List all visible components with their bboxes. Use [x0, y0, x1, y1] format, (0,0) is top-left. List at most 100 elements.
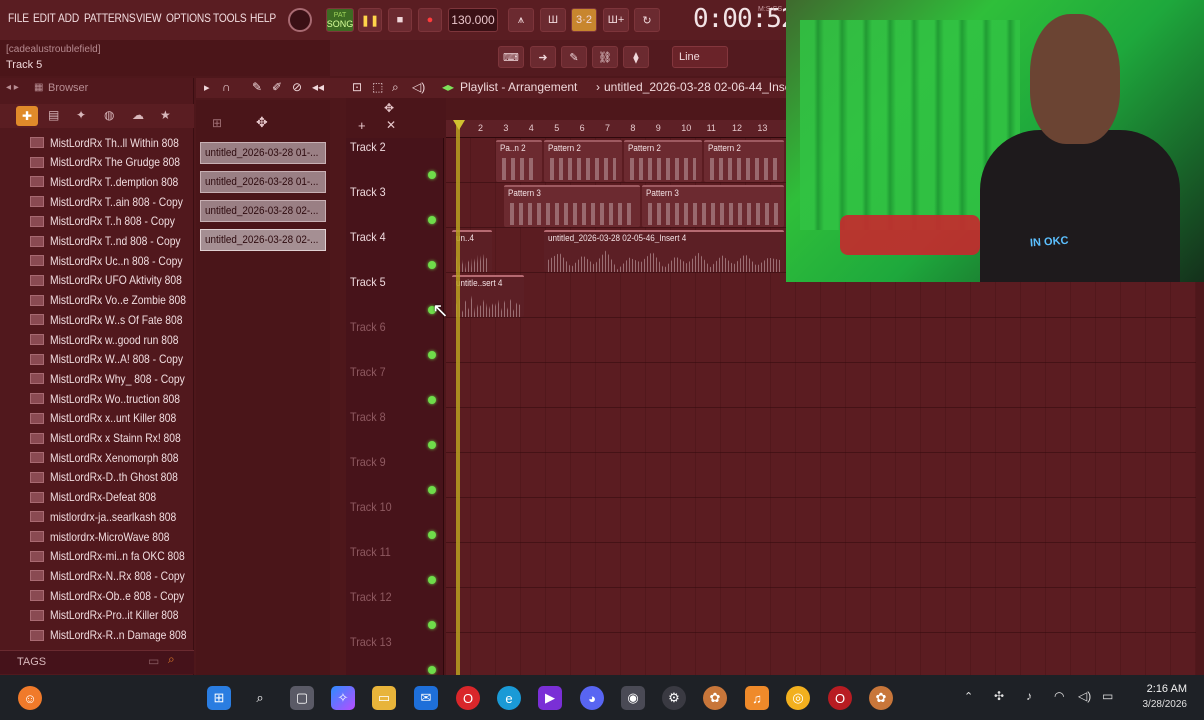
pattern-clip[interactable]: Pattern 2 — [704, 140, 784, 182]
browser-file-item[interactable]: MistLordRx w..good run 808 — [30, 330, 190, 349]
tags-label[interactable]: TAGS — [17, 656, 46, 668]
pattern-clip[interactable]: Pa..n 2 — [496, 140, 542, 182]
track-name[interactable]: Track 5 — [350, 275, 386, 289]
menu-options[interactable]: OPTIONS — [166, 11, 211, 25]
play-button[interactable]: ❚❚ — [358, 8, 382, 32]
edge-icon[interactable]: e — [497, 686, 521, 710]
record-button[interactable]: ● — [418, 8, 442, 32]
menu-view[interactable]: VIEW — [136, 11, 162, 25]
track-name[interactable]: Track 2 — [350, 140, 386, 154]
browser-file-item[interactable]: MistLordRx The Grudge 808 — [30, 153, 190, 172]
pencil-button[interactable]: ✎ — [561, 46, 587, 68]
metronome-button[interactable]: ⩚ — [508, 8, 534, 32]
tray-chevron-icon[interactable]: ⌃ — [964, 690, 973, 703]
settings-icon[interactable]: ⚙ — [662, 686, 686, 710]
browser-file-item[interactable]: MistLordRx W..s Of Fate 808 — [30, 310, 190, 329]
stamp-button[interactable]: ⧫ — [623, 46, 649, 68]
step-edit-button[interactable]: Ш+ — [603, 8, 629, 32]
track-name[interactable]: Track 8 — [350, 410, 386, 424]
browser-file-item[interactable]: MistLordRx T..nd 808 - Copy — [30, 232, 190, 251]
track-name[interactable]: Track 9 — [350, 455, 386, 469]
browser-file-item[interactable]: MistLordRx-Ob..e 808 - Copy — [30, 586, 190, 605]
browser-file-item[interactable]: MistLordRx UFO Aktivity 808 — [30, 271, 190, 290]
browser-file-item[interactable]: MistLordRx Xenomorph 808 — [30, 448, 190, 467]
browser-star-icon[interactable]: ★ — [160, 108, 171, 122]
browser-file-item[interactable]: MistLordRx Wo..truction 808 — [30, 389, 190, 408]
track-name[interactable]: Track 6 — [350, 320, 386, 334]
start-icon[interactable]: ⊞ — [207, 686, 231, 710]
track-mute-led[interactable] — [428, 171, 436, 179]
mute-icon[interactable]: ◂◂ — [312, 80, 324, 94]
wait-button[interactable]: Ш — [540, 8, 566, 32]
battery-icon[interactable]: ▭ — [1102, 689, 1113, 703]
browser-file-item[interactable]: mistlordrx-MicroWave 808 — [30, 527, 190, 546]
fl-studio-taskbar-icon[interactable]: ♫ — [745, 686, 769, 710]
volume-icon[interactable]: ◁) — [1078, 689, 1091, 703]
browser-plugin-icon[interactable]: ✦ — [76, 108, 86, 122]
microphone-icon[interactable]: ♪ — [1026, 689, 1032, 703]
search-taskbar-icon[interactable]: ⌕ — [248, 686, 272, 710]
browser-file-item[interactable]: MistLordRx T..ain 808 - Copy — [30, 192, 190, 211]
track-name[interactable]: Track 12 — [350, 590, 392, 604]
browser-globe-icon[interactable]: ◍ — [104, 108, 114, 122]
browser-file-item[interactable]: MistLordRx W..A! 808 - Copy — [30, 350, 190, 369]
pattern-clip[interactable]: Pattern 3 — [642, 185, 784, 227]
play-marker-icon[interactable]: ◂▸ — [442, 80, 454, 94]
browser-folder-icon[interactable]: ▤ — [48, 108, 59, 122]
picker-audio-icon[interactable]: ✥ — [256, 114, 268, 131]
magnet-icon[interactable]: ∩ — [222, 80, 231, 94]
picker-item[interactable]: untitled_2026-03-28 02-... — [200, 200, 326, 222]
browser-file-item[interactable]: MistLordRx-Pro..it Killer 808 — [30, 606, 190, 625]
browser-file-item[interactable]: MistLordRx T..demption 808 — [30, 172, 190, 191]
snap-selector[interactable]: Line — [672, 46, 728, 68]
add-track-icon[interactable]: + — [358, 118, 366, 133]
slice-icon[interactable]: ⊡ — [352, 80, 362, 94]
pattern-song-toggle[interactable]: PAT SONG — [326, 8, 354, 32]
track-mute-led[interactable] — [428, 351, 436, 359]
picker-item[interactable]: untitled_2026-03-28 01-... — [200, 142, 326, 164]
track-mute-led[interactable] — [428, 261, 436, 269]
track-name[interactable]: Track 3 — [350, 185, 386, 199]
track-name[interactable]: Track 11 — [350, 545, 391, 559]
track-mute-led[interactable] — [428, 216, 436, 224]
browser-file-item[interactable]: mistlordrx-ja..searlkash 808 — [30, 507, 190, 526]
loop-record-button[interactable]: ↻ — [634, 8, 660, 32]
browser-file-item[interactable]: MistLordRx Why_ 808 - Copy — [30, 369, 190, 388]
close-icon[interactable]: ✕ — [386, 118, 396, 132]
picker-item[interactable]: untitled_2026-03-28 01-... — [200, 171, 326, 193]
pencil-icon[interactable]: ✎ — [252, 80, 262, 94]
track-mute-led[interactable] — [428, 621, 436, 629]
browser-file-item[interactable]: MistLordRx-D..th Ghost 808 — [30, 468, 190, 487]
camera-icon[interactable]: ◉ — [621, 686, 645, 710]
stop-button[interactable]: ■ — [388, 8, 412, 32]
playhead-marker-icon[interactable] — [453, 120, 465, 130]
pattern-clip[interactable]: Pattern 3 — [504, 185, 640, 227]
browser-file-item[interactable]: MistLordRx-R..n Damage 808 — [30, 626, 190, 645]
file-explorer-icon[interactable]: ▭ — [372, 686, 396, 710]
menu-file[interactable]: FILE — [8, 11, 29, 25]
copilot-icon[interactable]: ✧ — [331, 686, 355, 710]
browser-file-item[interactable]: MistLordRx Th..ll Within 808 — [30, 133, 190, 152]
browser-file-item[interactable]: MistLordRx Uc..n 808 - Copy — [30, 251, 190, 270]
discord-icon[interactable]: ◕ — [580, 686, 604, 710]
browser-file-item[interactable]: MistLordRx T..h 808 - Copy — [30, 212, 190, 231]
opera-gx-icon[interactable]: O — [828, 686, 852, 710]
menu-add[interactable]: ADD — [58, 11, 79, 25]
game-icon[interactable]: ✿ — [869, 686, 893, 710]
folder-icon[interactable]: ▭ — [148, 654, 159, 668]
app-icon[interactable]: ✿ — [703, 686, 727, 710]
playhead[interactable] — [456, 120, 460, 675]
browser-file-item[interactable]: MistLordRx-Defeat 808 — [30, 488, 190, 507]
clock-date[interactable]: 3/28/2026 — [1131, 699, 1188, 710]
countdown-button[interactable]: 3·2 — [571, 8, 597, 32]
zoom-icon[interactable]: ⌕ — [392, 80, 399, 95]
pattern-clip[interactable]: Pattern 2 — [544, 140, 622, 182]
paint-icon[interactable]: ✐ — [272, 80, 282, 94]
chrome-icon[interactable]: ◎ — [786, 686, 810, 710]
avatar-icon[interactable]: ☺ — [18, 686, 42, 710]
search-icon[interactable]: ⌕ — [168, 652, 175, 667]
browser-file-item[interactable]: MistLordRx x..unt Killer 808 — [30, 409, 190, 428]
track-name[interactable]: Track 10 — [350, 500, 392, 514]
track-mute-led[interactable] — [428, 396, 436, 404]
track-mute-led[interactable] — [428, 576, 436, 584]
